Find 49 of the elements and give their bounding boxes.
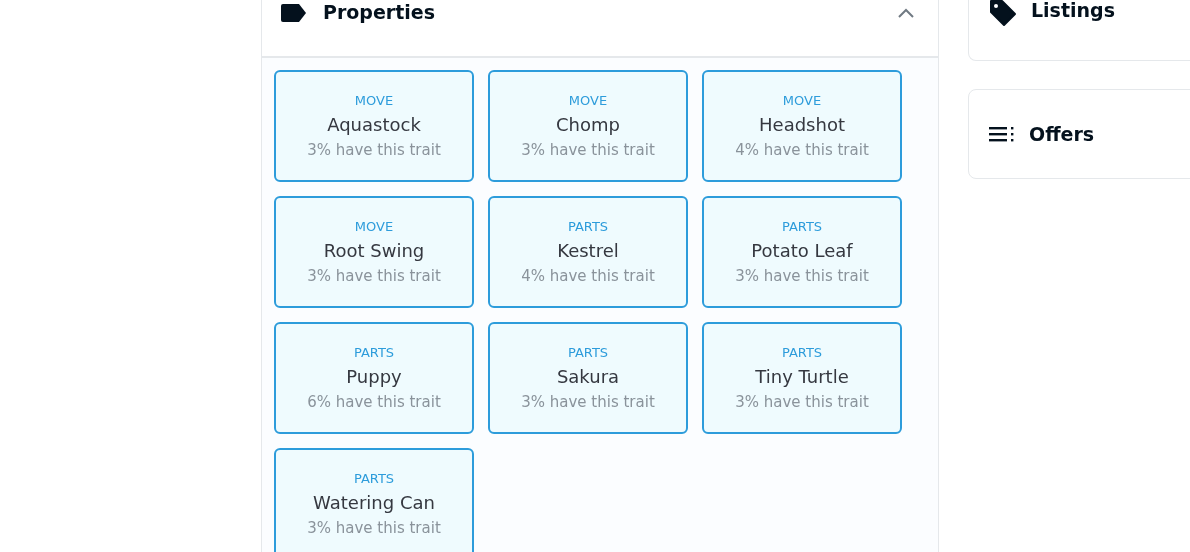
trait-type: PARTS	[567, 345, 609, 360]
trait-value: Puppy	[346, 366, 402, 387]
list-icon	[989, 126, 1015, 142]
section-title: Listings	[1031, 0, 1115, 21]
trait-rarity: 3% have this trait	[735, 267, 869, 285]
trait-rarity: 3% have this trait	[307, 519, 441, 537]
trait-type: PARTS	[353, 471, 395, 486]
trait-type: PARTS	[353, 345, 395, 360]
trait-card[interactable]: PARTS Kestrel 4% have this trait	[488, 196, 688, 308]
chevron-icon[interactable]	[898, 8, 914, 18]
trait-card[interactable]: PARTS Potato Leaf 3% have this trait	[702, 196, 902, 308]
trait-card[interactable]: PARTS Watering Can 3% have this trait	[274, 448, 474, 552]
trait-value: Tiny Turtle	[755, 366, 849, 387]
properties-header[interactable]: Properties	[262, 0, 938, 58]
trait-value: Chomp	[556, 114, 620, 135]
trait-type: PARTS	[781, 345, 823, 360]
trait-value: Potato Leaf	[751, 240, 853, 261]
trait-rarity: 3% have this trait	[521, 141, 655, 159]
trait-value: Sakura	[556, 366, 620, 387]
trait-type: MOVE	[568, 93, 608, 108]
section-panel[interactable]: Offers	[968, 89, 1190, 179]
trait-card[interactable]: MOVE Root Swing 3% have this trait	[274, 196, 474, 308]
trait-value: Headshot	[759, 114, 845, 135]
trait-value: Aquastock	[327, 114, 421, 135]
trait-rarity: 6% have this trait	[307, 393, 441, 411]
trait-type: PARTS	[567, 219, 609, 234]
trait-type: MOVE	[354, 219, 394, 234]
trait-value: Root Swing	[323, 240, 425, 261]
trait-rarity: 4% have this trait	[521, 267, 655, 285]
trait-type: MOVE	[782, 93, 822, 108]
trait-rarity: 3% have this trait	[735, 393, 869, 411]
section-panel[interactable]: Listings	[968, 0, 1190, 61]
properties-title: Properties	[323, 1, 436, 23]
trait-value: Kestrel	[557, 240, 619, 261]
trait-type: PARTS	[781, 219, 823, 234]
trait-card[interactable]: MOVE Chomp 3% have this trait	[488, 70, 688, 182]
trait-card[interactable]: MOVE Aquastock 3% have this trait	[274, 70, 474, 182]
trait-value: Watering Can	[313, 492, 435, 513]
trait-type: MOVE	[354, 93, 394, 108]
trait-rarity: 3% have this trait	[521, 393, 655, 411]
label-icon	[281, 4, 307, 22]
trait-card[interactable]: PARTS Tiny Turtle 3% have this trait	[702, 322, 902, 434]
trait-rarity: 3% have this trait	[307, 267, 441, 285]
trait-rarity: 3% have this trait	[307, 141, 441, 159]
trait-card[interactable]: MOVE Headshot 4% have this trait	[702, 70, 902, 182]
trait-card[interactable]: PARTS Puppy 6% have this trait	[274, 322, 474, 434]
section-title: Offers	[1029, 123, 1095, 145]
trait-rarity: 4% have this trait	[735, 141, 869, 159]
trait-card[interactable]: PARTS Sakura 3% have this trait	[488, 322, 688, 434]
